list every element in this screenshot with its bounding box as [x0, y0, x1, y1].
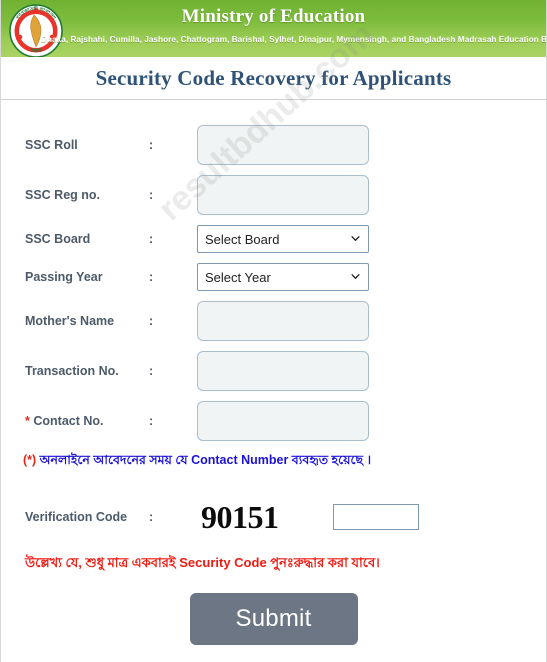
form-row-ssc-reg-no: SSC Reg no. :: [1, 170, 546, 220]
label-ssc-board: SSC Board: [25, 232, 91, 246]
ssc-board-select[interactable]: Select Board: [197, 225, 369, 253]
site-header-banner: গণপ্রজাতন্ত্রী বাংলাদেশ সরকার Ministry o…: [1, 0, 546, 57]
contact-number-note: (*) অনলাইনে আবেদনের সময় যে Contact Numb…: [1, 446, 546, 472]
colon-separator: :: [149, 314, 154, 328]
label-ssc-roll: SSC Roll: [25, 138, 78, 152]
ssc-reg-no-input[interactable]: [197, 175, 369, 215]
page-title: Security Code Recovery for Applicants: [95, 65, 452, 90]
chevron-down-icon: [351, 274, 360, 279]
colon-separator: :: [149, 138, 154, 152]
ministry-title: Ministry of Education: [181, 6, 366, 27]
label-contact-no: * Contact No.: [1, 414, 149, 428]
education-boards-subtitle: Dhaka, Rajshahi, Cumilla, Jashore, Chatt…: [41, 35, 546, 44]
passing-year-select[interactable]: Select Year: [197, 263, 369, 291]
verification-code-row: Verification Code : 90151: [1, 494, 546, 540]
captcha-image: 90151: [201, 499, 279, 535]
form-row-transaction-no: Transaction No. :: [1, 346, 546, 396]
contact-note-text: অনলাইনে আবেদনের সময় যে Contact Number ব…: [36, 453, 372, 467]
transaction-no-input[interactable]: [197, 351, 369, 391]
colon-separator: :: [149, 188, 154, 202]
form-row-mothers-name: Mother's Name :: [1, 296, 546, 346]
colon-separator: :: [149, 270, 154, 284]
chevron-down-icon: [351, 236, 360, 241]
form-row-ssc-roll: SSC Roll :: [1, 120, 546, 170]
colon-separator: :: [149, 414, 154, 428]
recovery-form: SSC Roll : SSC Reg no. : SSC Board : Sel…: [1, 100, 546, 446]
verification-code-input[interactable]: [333, 504, 419, 530]
submit-area: Submit: [1, 593, 546, 645]
label-ssc-reg-no: SSC Reg no.: [25, 188, 101, 202]
contact-note-asterisk: (*): [23, 453, 37, 467]
form-row-passing-year: Passing Year : Select Year: [1, 258, 546, 296]
colon-separator: :: [149, 232, 154, 246]
contact-no-input[interactable]: [197, 401, 369, 441]
label-mothers-name: Mother's Name: [25, 314, 115, 328]
colon-separator: :: [149, 510, 154, 524]
single-recovery-warning: উল্লেখ্য যে, শুধু মাত্র একবারই Security …: [25, 555, 380, 570]
form-row-contact-no: * Contact No. :: [1, 396, 546, 446]
passing-year-selected-value: Select Year: [205, 269, 271, 285]
colon-separator: :: [149, 364, 154, 378]
label-verification-code: Verification Code: [25, 510, 128, 524]
label-contact-no-text: Contact No.: [33, 414, 104, 428]
ssc-roll-input[interactable]: [197, 125, 369, 165]
ssc-board-selected-value: Select Board: [205, 231, 280, 247]
form-row-ssc-board: SSC Board : Select Board: [1, 220, 546, 258]
submit-button[interactable]: Submit: [189, 593, 358, 645]
security-code-recovery-page: গণপ্রজাতন্ত্রী বাংলাদেশ সরকার Ministry o…: [0, 0, 547, 662]
label-transaction-no: Transaction No.: [25, 364, 119, 378]
mothers-name-input[interactable]: [197, 301, 369, 341]
label-passing-year: Passing Year: [25, 270, 103, 284]
page-title-bar: Security Code Recovery for Applicants: [1, 57, 546, 100]
required-asterisk: *: [25, 414, 30, 428]
